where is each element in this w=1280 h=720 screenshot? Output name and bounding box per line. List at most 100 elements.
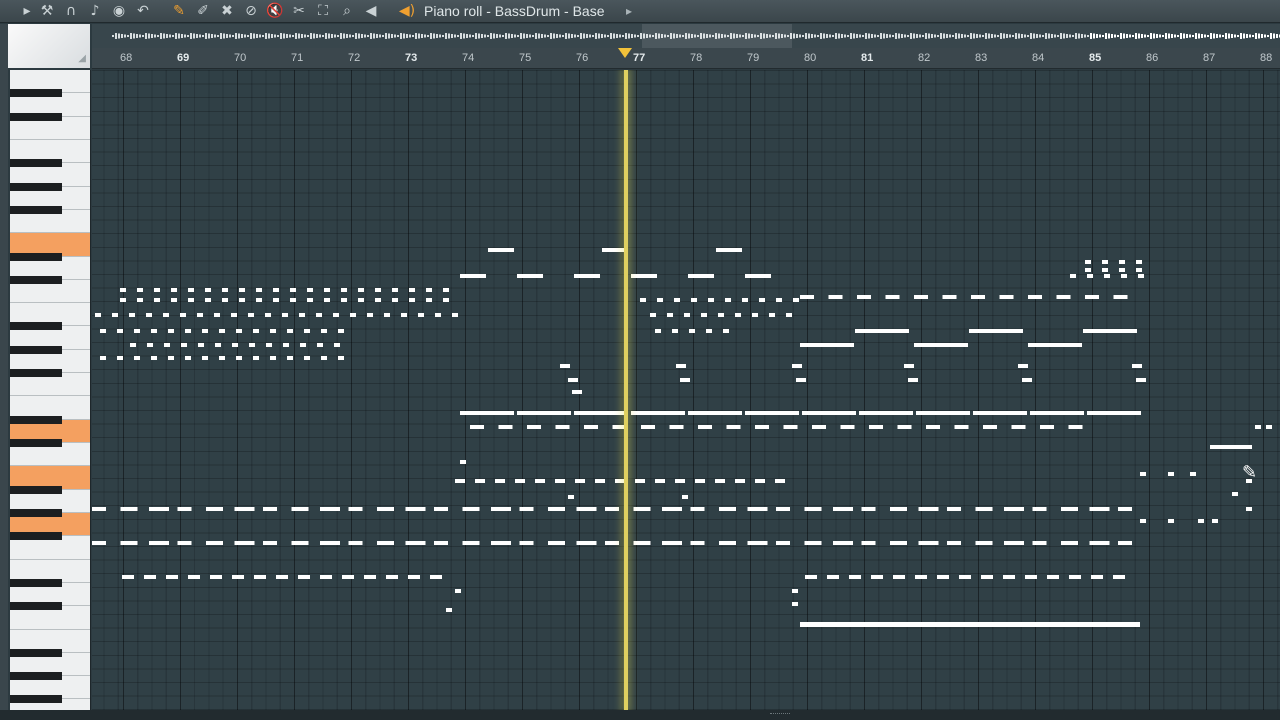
midi-note[interactable] [151,329,157,333]
midi-note[interactable] [669,425,684,429]
midi-note[interactable] [299,313,305,317]
playhead-marker[interactable] [618,48,632,58]
bar-label-88[interactable]: 88 [1260,52,1272,64]
midi-note[interactable] [263,541,277,545]
midi-note[interactable] [572,390,582,394]
midi-note[interactable] [747,507,768,511]
midi-note[interactable] [239,298,245,302]
play-arrow-icon[interactable]: ▸ [18,2,36,20]
midi-note[interactable] [827,575,839,579]
midi-note[interactable] [576,541,597,545]
midi-note[interactable] [342,575,354,579]
midi-note[interactable] [672,329,678,333]
midi-note[interactable] [358,298,364,302]
bar-label-87[interactable]: 87 [1203,52,1215,64]
bar-label-81[interactable]: 81 [861,52,873,64]
midi-note[interactable] [975,541,993,545]
midi-note[interactable] [1040,425,1054,429]
midi-note[interactable] [181,343,187,347]
bar-label-83[interactable]: 83 [975,52,987,64]
midi-note[interactable] [304,329,310,333]
midi-note[interactable] [640,298,646,302]
midi-note[interactable] [377,541,394,545]
midi-note[interactable] [684,313,690,317]
midi-note[interactable] [375,298,381,302]
midi-note[interactable] [386,575,398,579]
midi-note[interactable] [1266,425,1272,429]
midi-note[interactable] [166,575,178,579]
midi-note[interactable] [805,575,817,579]
midi-note[interactable] [674,298,680,302]
midi-note[interactable] [916,411,970,415]
midi-note[interactable] [584,425,598,429]
midi-note[interactable] [316,313,322,317]
bar-label-80[interactable]: 80 [804,52,816,64]
time-ruler[interactable]: 68 69 70 71 72 73 74 75 76 77 78 79 80 81 82 83 84 85 86 87… [92,48,1280,69]
select-icon[interactable]: ⛶ [314,2,332,20]
midi-note[interactable] [1087,274,1093,278]
midi-note[interactable] [367,313,373,317]
midi-note[interactable] [723,329,729,333]
midi-note[interactable] [214,313,220,317]
midi-note[interactable] [283,343,289,347]
midi-note[interactable] [662,541,682,545]
midi-note[interactable] [146,313,152,317]
midi-note[interactable] [575,479,585,483]
bar-label-86[interactable]: 86 [1146,52,1158,64]
midi-note[interactable] [1255,425,1261,429]
midi-note[interactable] [291,507,309,511]
midi-note[interactable] [287,329,293,333]
midi-note[interactable] [1246,507,1252,511]
midi-note[interactable] [462,541,480,545]
midi-note[interactable] [800,343,854,347]
midi-note[interactable] [680,378,690,382]
midi-note[interactable] [641,425,655,429]
piano-black-key[interactable] [10,508,62,517]
midi-note[interactable] [631,274,657,278]
midi-note[interactable] [908,378,918,382]
midi-note[interactable] [708,298,714,302]
midi-note[interactable] [568,378,578,382]
midi-note[interactable] [1102,260,1108,264]
midi-note[interactable] [188,288,194,292]
midi-note[interactable] [1119,268,1125,272]
piano-black-key[interactable] [10,695,62,704]
midi-note[interactable] [701,313,707,317]
midi-note[interactable] [120,541,138,545]
midi-note[interactable] [517,274,543,278]
midi-note[interactable] [491,541,511,545]
horizontal-scrollbar[interactable] [0,710,1280,720]
midi-note[interactable] [273,298,279,302]
midi-note[interactable] [718,313,724,317]
midi-note[interactable] [324,288,330,292]
playback-icon[interactable]: ◀ [362,2,380,20]
bar-label-70[interactable]: 70 [234,52,246,64]
midi-note[interactable] [1198,519,1204,523]
midi-note[interactable] [1136,378,1146,382]
midi-note[interactable] [840,425,855,429]
midi-note[interactable] [338,356,344,360]
midi-note[interactable] [918,541,939,545]
midi-note[interactable] [1091,575,1103,579]
midi-note[interactable] [1004,507,1024,511]
midi-note[interactable] [197,313,203,317]
midi-note[interactable] [1022,378,1032,382]
midi-note[interactable] [491,507,511,511]
midi-note[interactable] [792,602,798,606]
midi-note[interactable] [517,411,571,415]
midi-note[interactable] [298,575,310,579]
midi-note[interactable] [149,507,169,511]
midi-note[interactable] [1113,295,1128,299]
midi-note[interactable] [154,288,160,292]
midi-note[interactable] [100,356,106,360]
midi-note[interactable] [206,507,223,511]
midi-note[interactable] [937,575,949,579]
midi-note[interactable] [715,479,725,483]
midi-note[interactable] [519,541,534,545]
midi-note[interactable] [633,507,651,511]
midi-note[interactable] [341,288,347,292]
midi-note[interactable] [1061,507,1078,511]
midi-note[interactable] [117,356,123,360]
midi-note[interactable] [375,288,381,292]
bar-label-71[interactable]: 71 [291,52,303,64]
